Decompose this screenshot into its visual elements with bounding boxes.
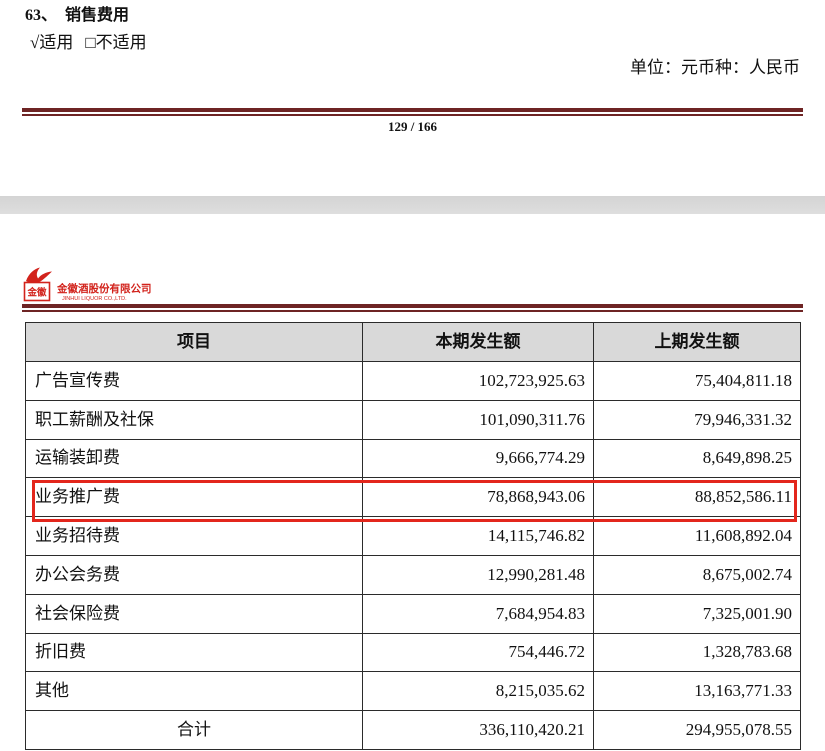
current-amount-cell: 754,446.72 [362,632,594,673]
phoenix-mark [26,267,52,282]
table-row: 办公会务费 12,990,281.48 8,675,002.74 [25,554,801,595]
current-amount-cell: 101,090,311.76 [362,399,594,440]
item-cell: 其他 [25,671,363,712]
section-number: 63、 [25,7,58,24]
current-amount-cell: 9,666,774.29 [362,438,594,479]
page-number: 129 / 166 [387,119,438,134]
previous-amount-cell: 8,675,002.74 [593,554,801,595]
current-amount-cell: 14,115,746.82 [362,516,594,556]
current-amount-cell: 12,990,281.48 [362,554,594,595]
page-gap [0,196,825,214]
header-double-rule [22,304,803,312]
current-amount-cell: 8,215,035.62 [362,671,594,712]
previous-amount-cell: 75,404,811.18 [593,361,801,401]
previous-amount-cell: 7,325,001.90 [593,593,801,634]
section-heading: 63、 销售费用 [25,6,129,26]
item-cell: 办公会务费 [25,554,363,595]
table-row: 折旧费 754,446.72 1,328,783.68 [25,632,801,673]
table-row: 社会保险费 7,684,954.83 7,325,001.90 [25,593,801,634]
item-cell: 折旧费 [25,632,363,673]
previous-amount-cell: 88,852,586.11 [593,477,801,518]
table-row: 其他 8,215,035.62 13,163,771.33 [25,671,801,712]
unit-currency-label: 单位：元币种：人民币 [630,58,800,77]
logo-mark-text: 金徽 [26,287,47,299]
item-cell: 业务推广费 [25,477,363,518]
total-label-cell: 合计 [25,710,363,750]
section-title: 销售费用 [65,7,130,24]
item-cell: 职工薪酬及社保 [25,399,363,440]
previous-amount-cell: 13,163,771.33 [593,671,801,712]
table-row: 广告宣传费 102,723,925.63 75,404,811.18 [25,361,801,401]
company-logo-icon: 金徽 [23,267,52,302]
header-item: 项目 [25,322,363,362]
applicability-line: √适用 □不适用 [30,33,147,53]
previous-amount-cell: 8,649,898.25 [593,438,801,479]
header-current-period: 本期发生额 [362,322,594,362]
total-previous-amount-cell: 294,955,078.55 [593,710,801,750]
table-header-row: 项目 本期发生额 上期发生额 [25,322,801,362]
sales-expense-table: 项目 本期发生额 上期发生额 广告宣传费 102,723,925.63 75,4… [25,322,801,750]
table-row: 业务招待费 14,115,746.82 11,608,892.04 [25,516,801,556]
previous-amount-cell: 11,608,892.04 [593,516,801,556]
item-cell: 广告宣传费 [25,361,363,401]
company-name-cn: 金徽酒股份有限公司 [57,284,152,295]
current-amount-cell: 78,868,943.06 [362,477,594,518]
total-current-amount-cell: 336,110,420.21 [362,710,594,750]
current-amount-cell: 7,684,954.83 [362,593,594,634]
previous-amount-cell: 1,328,783.68 [593,632,801,673]
table-row: 职工薪酬及社保 101,090,311.76 79,946,331.32 [25,399,801,440]
applicable-option: √适用 [30,33,74,52]
company-name-en: JINHUI LIQUOR CO.,LTD. [62,296,127,302]
table-row-highlighted: 业务推广费 78,868,943.06 88,852,586.11 [25,477,801,518]
table-total-row: 合计 336,110,420.21 294,955,078.55 [25,710,801,750]
item-cell: 运输装卸费 [25,438,363,479]
item-cell: 社会保险费 [25,593,363,634]
table-row: 运输装卸费 9,666,774.29 8,649,898.25 [25,438,801,479]
header-previous-period: 上期发生额 [593,322,801,362]
not-applicable-option: □不适用 [85,33,147,52]
item-cell: 业务招待费 [25,516,363,556]
footer-double-rule [22,108,803,116]
current-amount-cell: 102,723,925.63 [362,361,594,401]
previous-amount-cell: 79,946,331.32 [593,399,801,440]
